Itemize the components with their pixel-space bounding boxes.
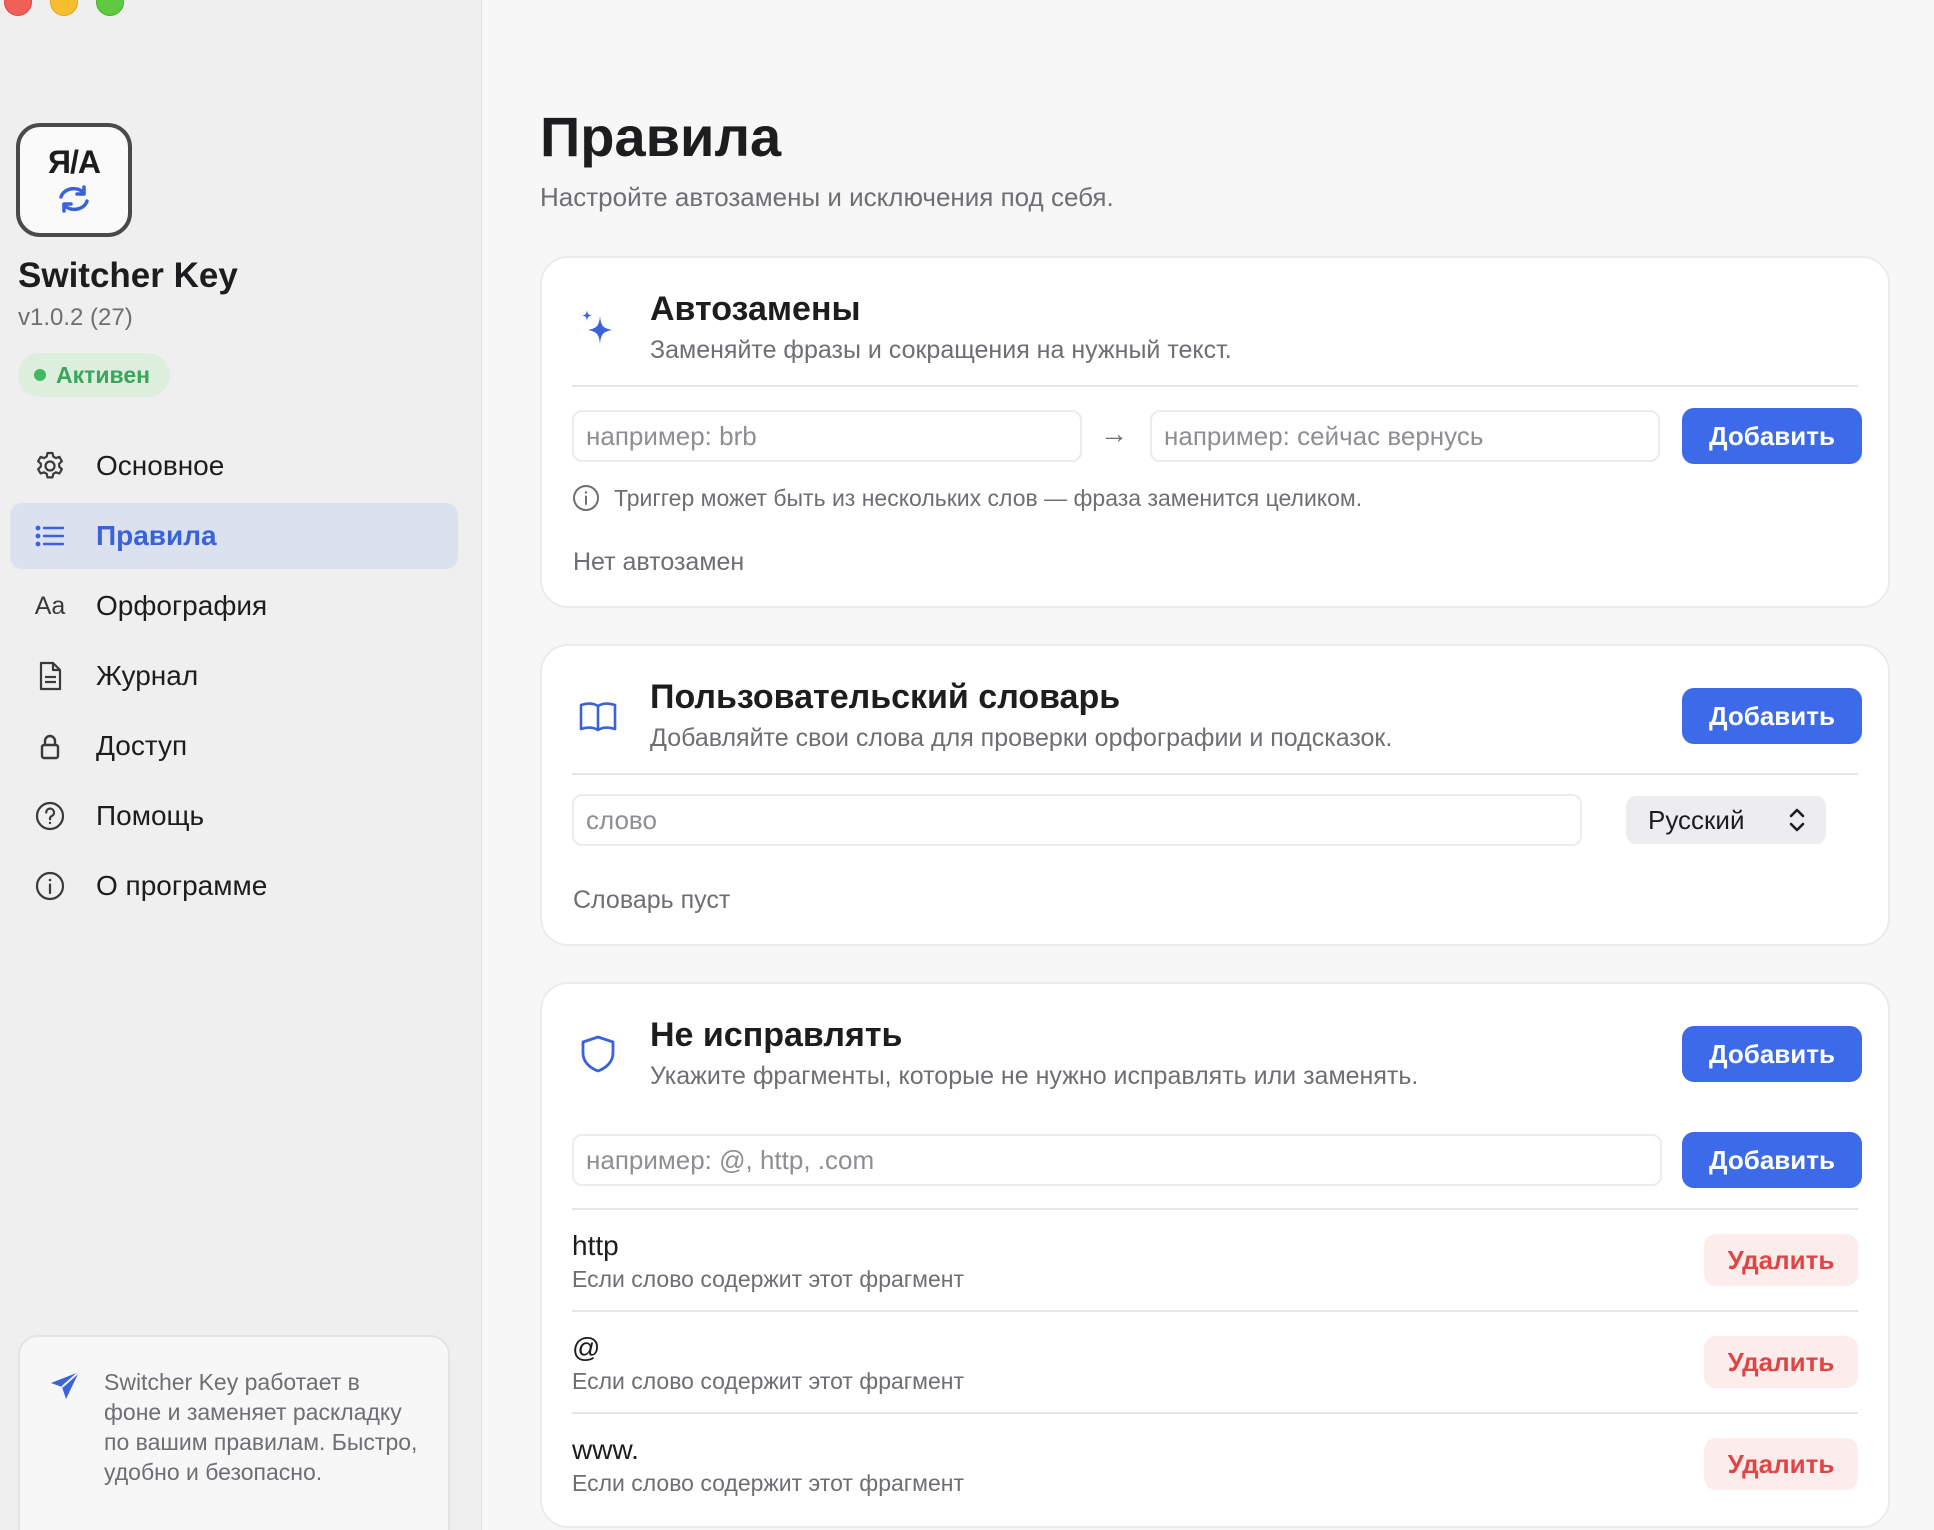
word-input[interactable] [572, 794, 1582, 846]
autoreplace-title: Автозамены [650, 290, 861, 328]
language-select[interactable]: Русский [1626, 796, 1826, 844]
exclusion-row: @ Если слово содержит этот фрагмент Удал… [542, 1312, 1888, 1414]
shield-icon [581, 1035, 615, 1073]
window-controls [4, 0, 124, 16]
hint-text: Триггер может быть из нескольких слов — … [614, 484, 1363, 511]
exclusion-condition: Если слово содержит этот фрагмент [572, 1368, 965, 1394]
autoreplace-card: Автозамены Заменяйте фразы и сокращения … [540, 256, 1890, 608]
status-badge: Активен [18, 353, 171, 397]
main-content: Правила Настройте автозамены и исключени… [483, 0, 1934, 1530]
trigger-input[interactable] [572, 410, 1082, 462]
sidebar-item-general[interactable]: Основное [10, 433, 458, 499]
list-icon [32, 518, 68, 554]
sidebar-item-about[interactable]: О программе [10, 853, 458, 919]
sidebar-item-label: Журнал [96, 660, 199, 691]
exclusion-row: http Если слово содержит этот фрагмент У… [542, 1210, 1888, 1312]
autoreplace-description: Заменяйте фразы и сокращения на нужный т… [650, 336, 1232, 364]
exclusions-card: Не исправлять Укажите фрагменты, которые… [540, 982, 1890, 1528]
sidebar-item-log[interactable]: Журнал [10, 643, 458, 709]
sidebar-item-label: Основное [96, 450, 225, 481]
language-select-value: Русский [1648, 804, 1745, 835]
divider [572, 773, 1858, 775]
autoreplace-empty-text: Нет автозамен [573, 548, 745, 576]
exclusion-condition: Если слово содержит этот фрагмент [572, 1266, 965, 1292]
exclusions-title: Не исправлять [650, 1016, 903, 1054]
sidebar: Я/А Switcher Key v1.0.2 (27) Активен Осн… [0, 0, 482, 1530]
dictionary-title: Пользовательский словарь [650, 678, 1121, 716]
zoom-window-button[interactable] [96, 0, 124, 16]
dictionary-empty-text: Словарь пуст [573, 886, 731, 914]
chevron-up-down-icon [1789, 808, 1805, 832]
status-dot-icon [34, 369, 46, 381]
fragment-input[interactable] [572, 1134, 1662, 1186]
paper-plane-icon [51, 1371, 80, 1399]
dictionary-card: Пользовательский словарь Добавляйте свои… [540, 644, 1890, 946]
exclusion-fragment: @ [572, 1332, 601, 1363]
sidebar-nav: Основное Правила Aa Орфография Журнал До… [10, 433, 458, 923]
sidebar-item-label: Правила [96, 520, 217, 551]
delete-exclusion-button[interactable]: Удалить [1704, 1234, 1858, 1286]
add-exclusion-button[interactable]: Добавить [1682, 1132, 1862, 1188]
dictionary-description: Добавляйте свои слова для проверки орфог… [650, 724, 1393, 752]
sidebar-item-rules[interactable]: Правила [10, 503, 458, 569]
exclusion-fragment: www. [572, 1434, 639, 1465]
replacement-input[interactable] [1150, 410, 1660, 462]
refresh-icon [59, 185, 89, 213]
exclusions-description: Укажите фрагменты, которые не нужно испр… [650, 1062, 1419, 1090]
delete-exclusion-button[interactable]: Удалить [1704, 1336, 1858, 1388]
lock-icon [32, 728, 68, 764]
exclusion-fragment: http [572, 1230, 619, 1261]
sidebar-item-access[interactable]: Доступ [10, 713, 458, 779]
add-dictionary-button[interactable]: Добавить [1682, 688, 1862, 744]
sidebar-item-label: Орфография [96, 590, 268, 621]
app-logo: Я/А [16, 123, 132, 237]
info-circle-icon [32, 868, 68, 904]
divider [572, 385, 1858, 387]
info-text: Switcher Key работает в фоне и заменяет … [104, 1369, 418, 1485]
sidebar-item-spelling[interactable]: Aa Орфография [10, 573, 458, 639]
info-circle-icon [573, 485, 599, 511]
add-exclusion-header-button[interactable]: Добавить [1682, 1026, 1862, 1082]
sparkles-icon [582, 310, 612, 344]
sidebar-item-label: Помощь [96, 800, 205, 831]
page-title: Правила [540, 105, 782, 168]
status-label: Активен [56, 361, 151, 388]
sidebar-item-label: О программе [96, 870, 268, 901]
close-window-button[interactable] [4, 0, 32, 16]
gear-icon [32, 448, 68, 484]
question-circle-icon [32, 798, 68, 834]
book-icon [579, 702, 617, 732]
delete-exclusion-button[interactable]: Удалить [1704, 1438, 1858, 1490]
app-name: Switcher Key [18, 256, 238, 295]
exclusion-row: www. Если слово содержит этот фрагмент У… [542, 1414, 1888, 1516]
document-icon [32, 658, 68, 694]
sidebar-item-help[interactable]: Помощь [10, 783, 458, 849]
app-version: v1.0.2 (27) [18, 304, 133, 331]
autoreplace-hint: Триггер может быть из нескольких слов — … [572, 484, 1362, 512]
text-aa-icon: Aa [34, 591, 66, 620]
page-subtitle: Настройте автозамены и исключения под се… [540, 182, 1114, 212]
exclusion-condition: Если слово содержит этот фрагмент [572, 1470, 965, 1496]
arrow-right-icon: → [1100, 418, 1128, 449]
sidebar-item-label: Доступ [96, 730, 188, 761]
info-card: Switcher Key работает в фоне и заменяет … [18, 1335, 450, 1530]
app-logo-text: Я/А [48, 144, 101, 180]
add-autoreplace-button[interactable]: Добавить [1682, 408, 1862, 464]
minimize-window-button[interactable] [50, 0, 78, 16]
